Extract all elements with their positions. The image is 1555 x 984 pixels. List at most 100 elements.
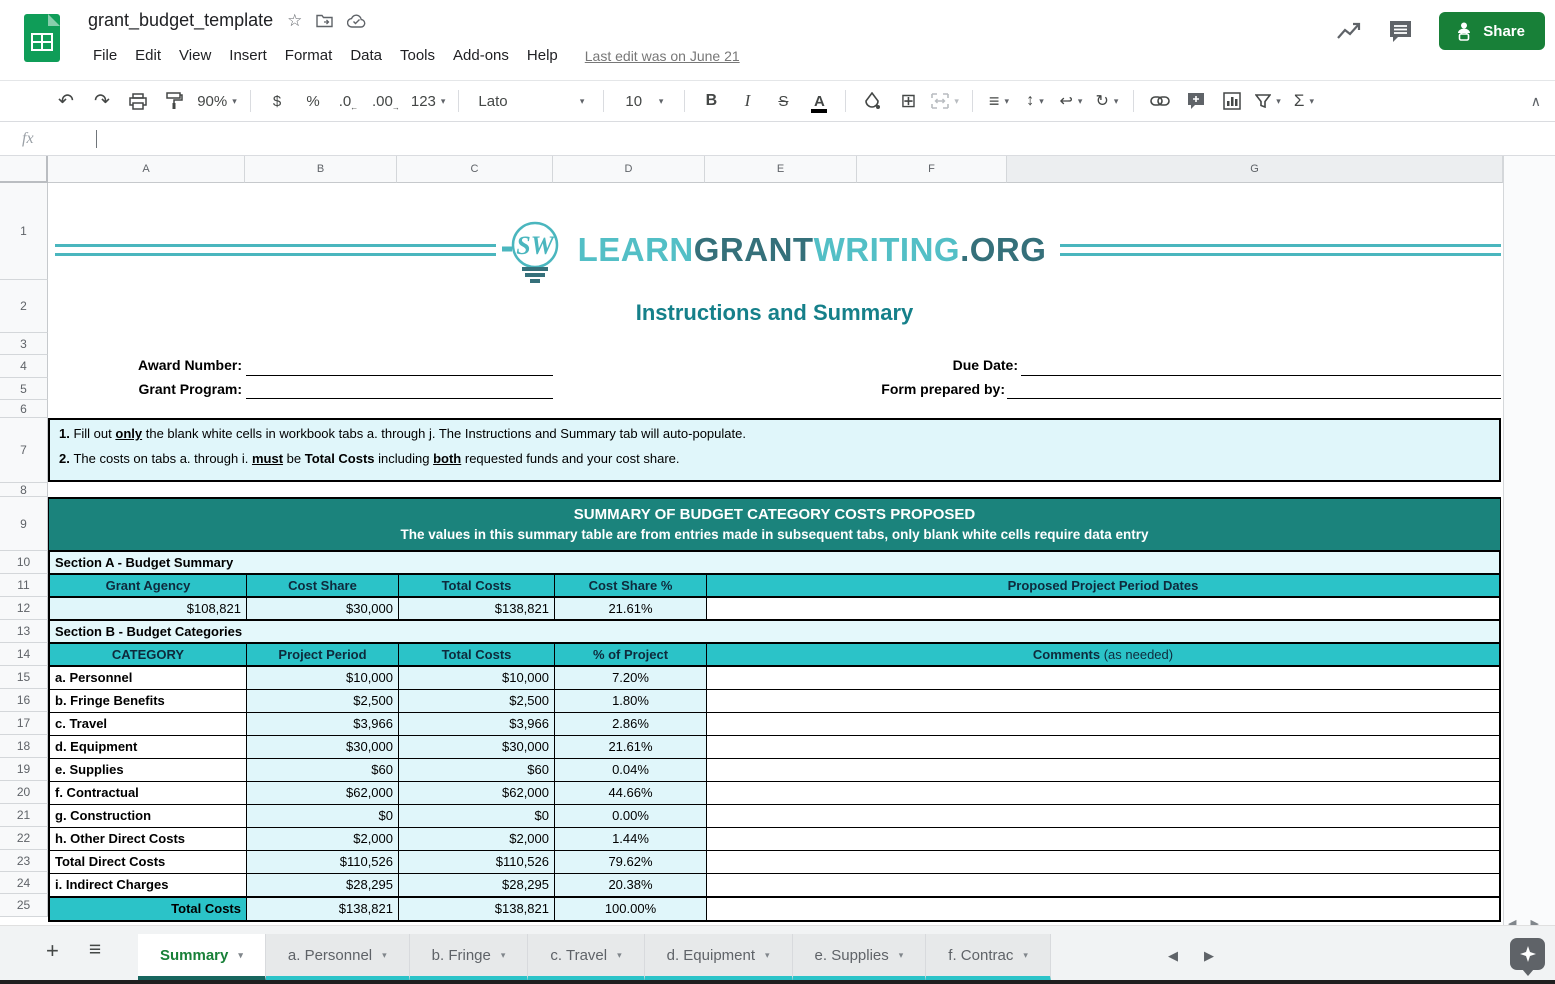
row-header-15[interactable]: 15: [0, 666, 48, 689]
sheet-tab-e-supplies[interactable]: e. Supplies▾: [793, 934, 927, 981]
total-costs-cell[interactable]: $2,000: [399, 828, 555, 850]
comment-cell[interactable]: [707, 667, 1499, 689]
pct-of-project-cell[interactable]: 1.80%: [555, 690, 707, 712]
all-sheets-icon[interactable]: ≡: [89, 938, 101, 964]
category-cell[interactable]: g. Construction: [50, 805, 247, 827]
header-cell[interactable]: Project Period: [247, 644, 399, 665]
project-period-cell[interactable]: $2,500: [247, 690, 399, 712]
header-cell[interactable]: Cost Share %: [555, 575, 707, 596]
category-cell[interactable]: Total Direct Costs: [50, 851, 247, 873]
row-header-24[interactable]: 24: [0, 872, 48, 894]
row-header-14[interactable]: 14: [0, 643, 48, 666]
comments-header-cell[interactable]: Comments (as needed): [707, 644, 1499, 665]
functions-icon[interactable]: Σ▾: [1291, 87, 1317, 115]
menu-addons[interactable]: Add-ons: [444, 44, 518, 67]
fill-color-icon[interactable]: [859, 87, 885, 115]
bold-icon[interactable]: B: [698, 87, 724, 115]
sheet-tab-summary[interactable]: Summary▾: [138, 934, 266, 981]
star-icon[interactable]: ☆: [287, 12, 302, 29]
sheet-tab-menu-icon[interactable]: ▾: [382, 950, 387, 961]
filter-icon[interactable]: ▾: [1255, 87, 1281, 115]
row-header-23[interactable]: 23: [0, 850, 48, 872]
font-select[interactable]: Lato▾: [472, 87, 590, 115]
row-header-10[interactable]: 10: [0, 551, 48, 574]
text-color-icon[interactable]: A: [806, 87, 832, 115]
category-cell[interactable]: c. Travel: [50, 713, 247, 735]
pct-of-project-cell[interactable]: 0.04%: [555, 759, 707, 781]
comment-cell[interactable]: [707, 759, 1499, 781]
formula-bar[interactable]: fx: [0, 123, 1555, 156]
format-percent-icon[interactable]: %: [300, 87, 326, 115]
merge-cells-icon[interactable]: ▾: [931, 87, 959, 115]
explore-button[interactable]: [1510, 938, 1545, 970]
horizontal-align-icon[interactable]: ≡▾: [986, 87, 1012, 115]
row-header-17[interactable]: 17: [0, 712, 48, 735]
menu-file[interactable]: File: [84, 44, 126, 67]
comment-cell[interactable]: [707, 851, 1499, 873]
column-header-E[interactable]: E: [705, 156, 857, 183]
column-header-F[interactable]: F: [857, 156, 1007, 183]
pct-of-project-cell[interactable]: 7.20%: [555, 667, 707, 689]
row-header-8[interactable]: 8: [0, 483, 48, 497]
category-cell[interactable]: d. Equipment: [50, 736, 247, 758]
due-date-field[interactable]: [1021, 355, 1501, 376]
cost-share-pct-value[interactable]: 21.61%: [555, 598, 707, 619]
project-period-cell[interactable]: $28,295: [247, 874, 399, 896]
row-header-21[interactable]: 21: [0, 804, 48, 827]
header-cell[interactable]: CATEGORY: [50, 644, 247, 665]
collapse-toolbar-icon[interactable]: ∧: [1531, 93, 1541, 110]
column-header-C[interactable]: C: [397, 156, 553, 183]
italic-icon[interactable]: I: [734, 87, 760, 115]
sheets-app-icon[interactable]: [24, 14, 60, 62]
redo-icon[interactable]: ↷: [89, 87, 115, 115]
project-period-cell[interactable]: $110,526: [247, 851, 399, 873]
decrease-decimal-icon[interactable]: .0←: [336, 87, 362, 115]
header-cell[interactable]: Grant Agency: [50, 575, 247, 596]
form-prepared-by-label[interactable]: Form prepared by:: [640, 381, 1005, 397]
project-period-cell[interactable]: $0: [247, 805, 399, 827]
font-size-select[interactable]: 10▾: [617, 87, 671, 115]
pct-of-project-cell[interactable]: 1.44%: [555, 828, 707, 850]
borders-icon[interactable]: ⊞: [895, 87, 921, 115]
comment-cell[interactable]: [707, 713, 1499, 735]
total-costs-cell[interactable]: $62,000: [399, 782, 555, 804]
comment-cell[interactable]: [707, 828, 1499, 850]
zoom-select[interactable]: 90%▾: [197, 87, 237, 115]
total-project-period-cell[interactable]: $138,821: [247, 898, 399, 920]
category-cell[interactable]: h. Other Direct Costs: [50, 828, 247, 850]
pct-of-project-cell[interactable]: 44.66%: [555, 782, 707, 804]
total-costs-cell[interactable]: $2,500: [399, 690, 555, 712]
row-header-16[interactable]: 16: [0, 689, 48, 712]
sheet-tab-menu-icon[interactable]: ▾: [899, 950, 904, 961]
sheet-tab-f-contrac[interactable]: f. Contrac▾: [926, 934, 1051, 981]
grant-agency-value[interactable]: $108,821: [50, 598, 247, 619]
project-period-cell[interactable]: $30,000: [247, 736, 399, 758]
column-header-A[interactable]: A: [48, 156, 245, 183]
comment-cell[interactable]: [707, 782, 1499, 804]
total-costs-cell[interactable]: $28,295: [399, 874, 555, 896]
summary-banner[interactable]: SUMMARY OF BUDGET CATEGORY COSTS PROPOSE…: [48, 497, 1501, 551]
header-cell[interactable]: Total Costs: [399, 575, 555, 596]
row-header-25[interactable]: 25: [0, 894, 48, 917]
more-formats-select[interactable]: 123▾: [411, 87, 446, 115]
pct-of-project-cell[interactable]: 20.38%: [555, 874, 707, 896]
header-cell[interactable]: Cost Share: [247, 575, 399, 596]
menu-insert[interactable]: Insert: [220, 44, 276, 67]
pct-of-project-cell[interactable]: 0.00%: [555, 805, 707, 827]
row-header-4[interactable]: 4: [0, 355, 48, 378]
paint-format-icon[interactable]: [161, 87, 187, 115]
total-costs-cell[interactable]: $10,000: [399, 667, 555, 689]
row-header-11[interactable]: 11: [0, 574, 48, 597]
header-cell[interactable]: Proposed Project Period Dates: [707, 575, 1499, 596]
column-header-G[interactable]: G: [1007, 156, 1503, 183]
column-header-D[interactable]: D: [553, 156, 705, 183]
row-header-12[interactable]: 12: [0, 597, 48, 620]
category-cell[interactable]: b. Fringe Benefits: [50, 690, 247, 712]
menu-help[interactable]: Help: [518, 44, 567, 67]
project-period-cell[interactable]: $2,000: [247, 828, 399, 850]
sheet-tab-d-equipment[interactable]: d. Equipment▾: [645, 934, 793, 981]
total-pct-cell[interactable]: 100.00%: [555, 898, 707, 920]
pct-of-project-cell[interactable]: 21.61%: [555, 736, 707, 758]
total-costs-cell[interactable]: $0: [399, 805, 555, 827]
last-edit-link[interactable]: Last edit was on June 21: [585, 48, 740, 64]
